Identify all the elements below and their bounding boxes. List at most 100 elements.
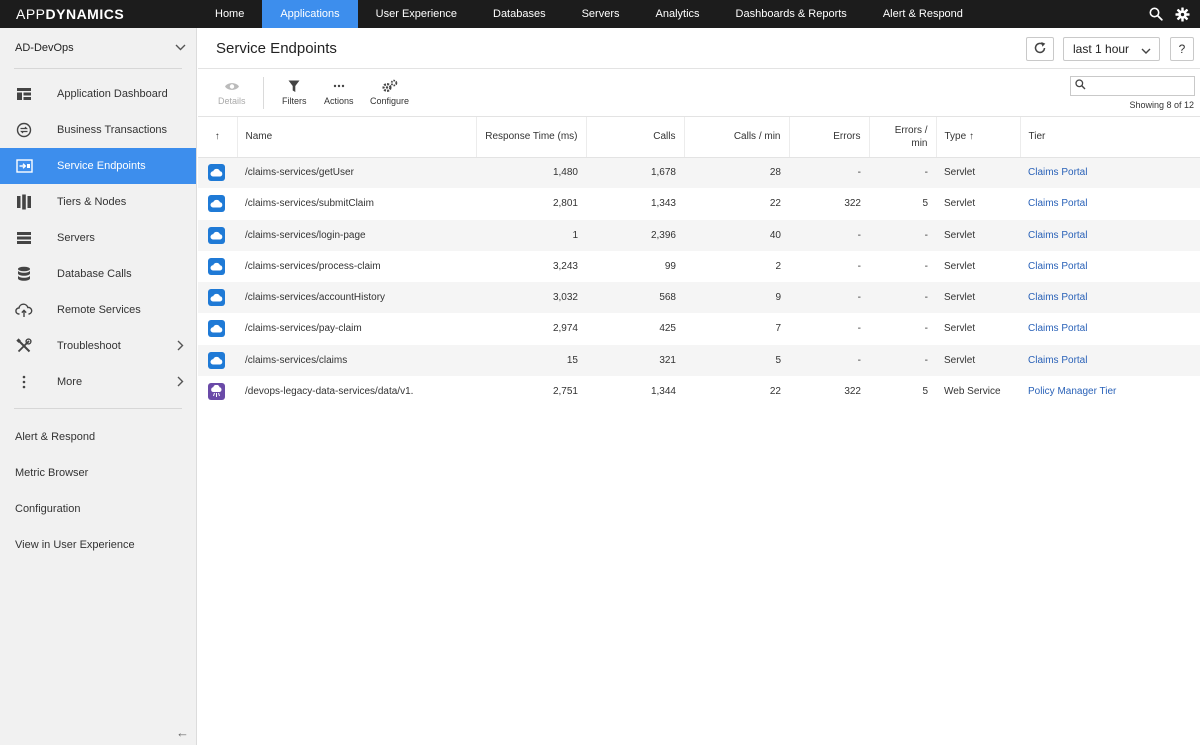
endpoint-type: Servlet xyxy=(944,323,976,335)
calls-per-min-value: 5 xyxy=(684,344,789,376)
sidebar-item-label: Database Calls xyxy=(57,268,132,280)
transactions-icon xyxy=(15,121,33,139)
nav-right-tools xyxy=(1149,0,1200,28)
filters-button[interactable]: Filters xyxy=(282,76,307,106)
column-header-errors[interactable]: Errors xyxy=(789,117,870,158)
tier-link[interactable]: Claims Portal xyxy=(1028,292,1087,303)
refresh-icon xyxy=(1033,41,1047,58)
tier-link[interactable]: Claims Portal xyxy=(1028,355,1087,366)
application-name: AD-DevOps xyxy=(15,42,74,54)
endpoint-name[interactable]: /claims-services/submitClaim xyxy=(237,188,476,219)
sidebar-link-configuration[interactable]: Configuration xyxy=(0,491,196,527)
web-service-icon xyxy=(208,382,225,400)
tier-link[interactable]: Claims Portal xyxy=(1028,323,1087,334)
configure-button[interactable]: Configure xyxy=(370,76,409,106)
nav-alert-respond[interactable]: Alert & Respond xyxy=(865,0,981,28)
endpoint-type: Servlet xyxy=(936,344,1020,376)
endpoint-type-cell xyxy=(198,219,237,251)
tier-cell: Claims Portal xyxy=(1020,251,1200,282)
endpoint-type: Servlet xyxy=(936,219,1020,251)
endpoint-name[interactable]: /devops-legacy-data-services/data/v1. xyxy=(237,376,476,407)
nav-applications[interactable]: Applications xyxy=(262,0,358,28)
endpoint-name[interactable]: /claims-services/claims xyxy=(237,344,476,376)
search-icon[interactable] xyxy=(1149,7,1163,21)
tier-link[interactable]: Claims Portal xyxy=(1028,261,1087,272)
tier-link[interactable]: Claims Portal xyxy=(1028,198,1087,209)
sidebar-item-tiers-nodes[interactable]: Tiers & Nodes xyxy=(0,184,196,220)
table-row[interactable]: /claims-services/pay-claim 2,974 425 7 - - Ser… xyxy=(198,313,1200,344)
chevron-down-icon xyxy=(175,42,186,54)
help-button[interactable]: ? xyxy=(1170,37,1194,61)
actions-button[interactable]: Actions xyxy=(324,76,354,106)
details-button[interactable]: Details xyxy=(218,76,246,106)
endpoint-name[interactable]: /claims-services/login-page xyxy=(237,219,476,251)
tier-cell: Claims Portal xyxy=(1020,344,1200,376)
sidebar-item-servers[interactable]: Servers xyxy=(0,220,196,256)
sidebar-item-business-transactions[interactable]: Business Transactions xyxy=(0,112,196,148)
search-input[interactable] xyxy=(1090,80,1190,92)
application-selector[interactable]: AD-DevOps xyxy=(0,28,196,68)
gear-icon[interactable] xyxy=(1175,6,1190,22)
response-time-value: 1 xyxy=(476,219,586,251)
sidebar-link-view-in-user-experience[interactable]: View in User Experience xyxy=(0,527,196,563)
refresh-button[interactable] xyxy=(1026,37,1054,61)
sidebar-item-service-endpoints[interactable]: Service Endpoints xyxy=(0,148,196,184)
collapse-sidebar-arrow-icon[interactable]: ← xyxy=(176,725,189,740)
table-row[interactable]: /claims-services/claims 15 321 5- - Servlet Cl… xyxy=(198,344,1200,376)
endpoint-name[interactable]: /claims-services/getUser xyxy=(237,157,476,189)
servlet-cloud-icon xyxy=(208,195,225,213)
tier-link[interactable]: Policy Manager Tier xyxy=(1028,386,1116,397)
nav-dashboards-reports[interactable]: Dashboards & Reports xyxy=(718,0,865,28)
column-header-type[interactable]: Type ↑ xyxy=(936,117,1021,158)
tier-cell: Claims Portal xyxy=(1020,188,1200,219)
chevron-right-icon xyxy=(177,340,184,354)
column-header-errors-per-min[interactable]: Errors / min xyxy=(869,117,937,158)
sidebar-link-metric-browser[interactable]: Metric Browser xyxy=(0,455,196,491)
sidebar-item-more[interactable]: More xyxy=(0,364,196,400)
time-range-label: last 1 hour xyxy=(1073,42,1130,56)
tier-cell: Claims Portal xyxy=(1020,282,1200,314)
column-header-name[interactable]: Name xyxy=(237,117,477,158)
sidebar-item-database-calls[interactable]: Database Calls xyxy=(0,256,196,292)
table-row[interactable]: /devops-legacy-data-services/data/v1. 2,7… xyxy=(198,376,1200,407)
top-navigation-bar: APP DYNAMICS Home Applications User Exper… xyxy=(0,0,1200,28)
nav-user-experience[interactable]: User Experience xyxy=(358,0,475,28)
endpoint-name[interactable]: /claims-services/pay-claim xyxy=(237,313,476,344)
errors-value: - xyxy=(857,323,861,335)
table-row[interactable]: /claims-services/accountHistory 3,032 568 9… xyxy=(198,282,1200,314)
tier-link[interactable]: Claims Portal xyxy=(1028,230,1087,241)
sidebar-link-alert-respond[interactable]: Alert & Respond xyxy=(0,419,196,455)
nav-home[interactable]: Home xyxy=(197,0,262,28)
sort-column-header[interactable]: ↑ xyxy=(198,117,238,158)
column-header-calls-per-min[interactable]: Calls / min xyxy=(684,117,790,158)
time-range-dropdown[interactable]: last 1 hour xyxy=(1063,37,1160,61)
table-row[interactable]: /claims-services/getUser 1,480 1,678 28- - Se… xyxy=(198,157,1200,189)
nav-servers[interactable]: Servers xyxy=(564,0,638,28)
calls-per-min-value: 22 xyxy=(769,385,781,397)
calls-value: 425 xyxy=(659,323,676,335)
nav-analytics[interactable]: Analytics xyxy=(638,0,718,28)
column-header-response-time[interactable]: Response Time (ms) xyxy=(476,117,587,158)
gears-icon xyxy=(381,76,399,96)
calls-per-min-value: 2 xyxy=(775,260,781,272)
sidebar-item-application-dashboard[interactable]: Application Dashboard xyxy=(0,76,196,112)
endpoint-type: Web Service xyxy=(944,385,1001,397)
endpoint-name[interactable]: /claims-services/accountHistory xyxy=(237,282,476,314)
nav-databases[interactable]: Databases xyxy=(475,0,564,28)
sidebar-item-troubleshoot[interactable]: Troubleshoot xyxy=(0,328,196,364)
sidebar-item-remote-services[interactable]: Remote Services xyxy=(0,292,196,328)
details-label: Details xyxy=(218,96,246,106)
appdynamics-logo[interactable]: APP DYNAMICS xyxy=(0,0,197,28)
table-row[interactable]: /claims-services/process-claim 3,243 99 2 - -… xyxy=(198,251,1200,282)
endpoint-name[interactable]: /claims-services/process-claim xyxy=(237,251,476,282)
column-header-tier[interactable]: Tier xyxy=(1020,117,1200,158)
column-header-calls[interactable]: Calls xyxy=(586,117,685,158)
sidebar-item-label: Servers xyxy=(57,232,95,244)
tier-link[interactable]: Claims Portal xyxy=(1028,167,1087,178)
results-count: Showing 8 of 12 xyxy=(1129,100,1194,110)
search-box[interactable] xyxy=(1070,76,1195,96)
table-row[interactable]: /claims-services/login-page 1 2,396 40- - Ser… xyxy=(198,219,1200,251)
endpoint-type: Servlet xyxy=(944,198,976,210)
errors-per-min-value: - xyxy=(869,282,936,314)
table-row[interactable]: /claims-services/submitClaim 2,801 1,343 22… xyxy=(198,188,1200,219)
